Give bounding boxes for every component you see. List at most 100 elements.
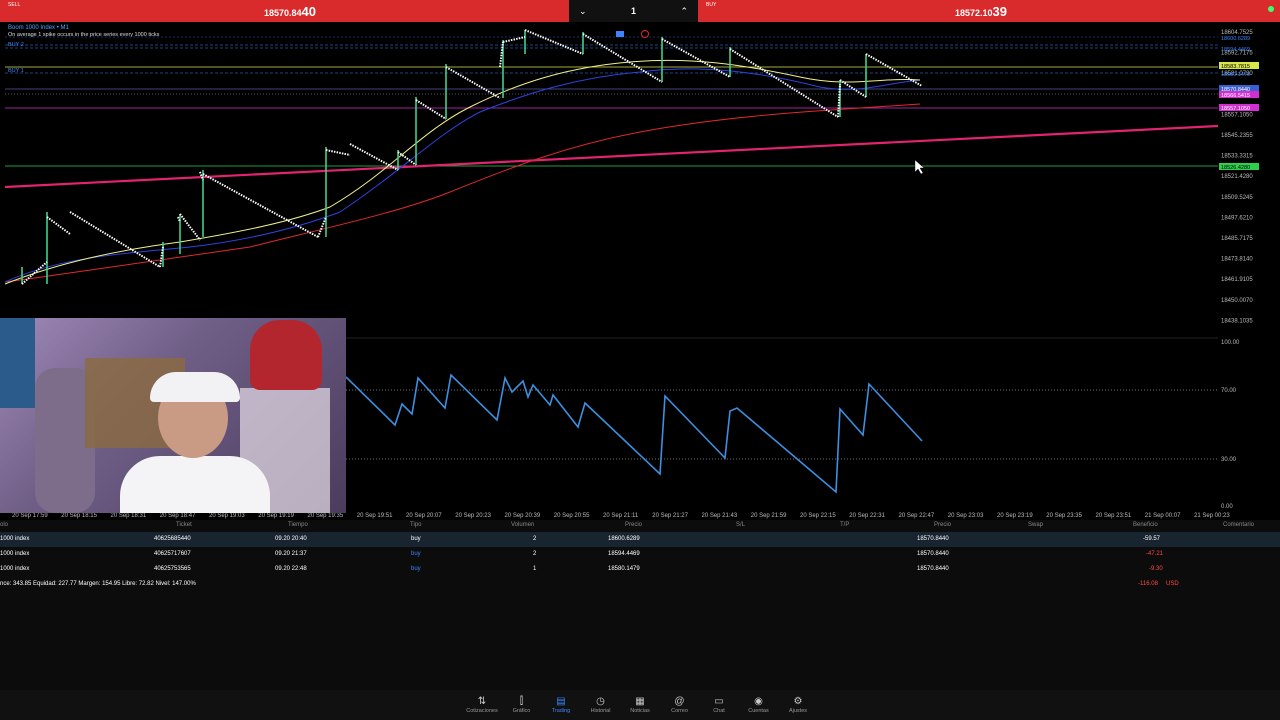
- clock-marker-icon[interactable]: [641, 30, 649, 38]
- price-tag: 18583.7815: [1221, 64, 1250, 70]
- price-tag: 18566.5415: [1221, 93, 1250, 99]
- nav-correo[interactable]: @ Correo: [660, 690, 700, 720]
- time-axis-label: 20 Sep 22:31: [849, 513, 885, 519]
- osc-axis-label: 70.00: [1221, 388, 1237, 394]
- oscillator-axis: 100.00 70.00 30.00 0.00: [1221, 340, 1240, 510]
- summary-total: -116.08: [1138, 581, 1158, 587]
- table-header: olo Ticket Tiempo Tipo Volumen Precio S/…: [0, 520, 1280, 532]
- nav-label: Noticias: [630, 708, 650, 714]
- price-axis-label: 18485.7175: [1221, 236, 1253, 242]
- time-axis-label: 20 Sep 19:35: [308, 513, 344, 519]
- tick-candles: [524, 29, 584, 55]
- buy-label: BUY: [706, 2, 717, 8]
- nav-noticias[interactable]: ▦ Noticias: [620, 690, 660, 720]
- buy-1-label: BUY 1: [8, 68, 24, 74]
- buy-2-label: BUY 2: [8, 42, 24, 48]
- nav-label: Gráfico: [512, 708, 531, 714]
- time-axis-label: 21 Sep 00:07: [1145, 513, 1181, 519]
- chevron-up-icon[interactable]: ⌃: [680, 6, 688, 17]
- nav-label: Trading: [551, 708, 571, 714]
- time-axis-label: 20 Sep 23:19: [997, 513, 1033, 519]
- nav-chat[interactable]: ▭ Chat: [699, 690, 739, 720]
- col-tp: T/P: [840, 522, 850, 528]
- sell-label: SELL: [8, 2, 21, 8]
- time-axis-label: 20 Sep 19:03: [209, 513, 245, 519]
- price-axis-label: 18545.2355: [1221, 133, 1253, 139]
- tick-candles: [729, 48, 839, 118]
- tick-candles: [445, 66, 501, 99]
- tick-candles: [502, 36, 526, 43]
- time-axis-label: 20 Sep 20:39: [505, 513, 541, 519]
- price-axis-label: 18557.1050: [1221, 112, 1253, 118]
- sell-button[interactable]: SELL 18570.8440: [0, 0, 569, 22]
- time-axis-label: 20 Sep 22:15: [800, 513, 836, 519]
- time-axis-label: 20 Sep 20:23: [455, 513, 491, 519]
- tick-candles: [325, 149, 351, 156]
- nav-cotizaciones[interactable]: ⇅ Cotizaciones: [462, 690, 502, 720]
- tick-candles: [46, 216, 71, 235]
- time-axis-label: 20 Sep 18:47: [160, 513, 196, 519]
- history-icon: ◷: [596, 696, 605, 707]
- time-axis-label: 20 Sep 18:15: [61, 513, 97, 519]
- time-axis-label: 20 Sep 21:11: [603, 513, 639, 519]
- time-axis: 20 Sep 17:59 20 Sep 18:15 20 Sep 18:31 20 S…: [12, 513, 1230, 519]
- price-axis-label: 18509.5245: [1221, 195, 1253, 201]
- time-axis-label: 20 Sep 19:19: [258, 513, 294, 519]
- col-ticket: Ticket: [176, 522, 192, 528]
- account-summary: nce: 343.85 Equidad: 227.77 Margen: 154.…: [0, 577, 1280, 592]
- time-axis-label: 20 Sep 23:03: [948, 513, 984, 519]
- nav-trading[interactable]: ▤ Trading: [541, 690, 581, 720]
- nav-grfico[interactable]: ⫿ Gráfico: [502, 690, 542, 720]
- time-axis-label: 20 Sep 22:47: [899, 513, 935, 519]
- buy-button[interactable]: BUY 18572.1039: [698, 0, 1280, 22]
- price-tag: 18580.1479: [1221, 72, 1250, 78]
- time-axis-label: 20 Sep 19:51: [357, 513, 393, 519]
- time-axis-label: 21 Sep 00:23: [1194, 513, 1230, 519]
- price-axis-label: 18438.1035: [1221, 318, 1253, 324]
- settings-icon: ⚙: [793, 696, 803, 707]
- price-axis-label: 18533.3315: [1221, 154, 1253, 160]
- nav-label: Correo: [671, 708, 688, 714]
- table-row[interactable]: 1000 index 40625753565 09.20 22:48 buy 1…: [0, 562, 1280, 577]
- col-sl: S/L: [736, 522, 746, 528]
- webcam-overlay: [0, 318, 346, 513]
- nav-label: Cotizaciones: [466, 708, 498, 714]
- positions-table: olo Ticket Tiempo Tipo Volumen Precio S/…: [0, 520, 1280, 690]
- nav-cuentas[interactable]: ◉ Cuentas: [739, 690, 779, 720]
- nav-historial[interactable]: ◷ Historial: [581, 690, 621, 720]
- oscillator-line: [345, 373, 923, 494]
- nav-label: Cuentas: [748, 708, 769, 714]
- nav-label: Ajustes: [788, 708, 808, 714]
- trend-line[interactable]: [4, 124, 1219, 189]
- summary-text: nce: 343.85 Equidad: 227.77 Margen: 154.…: [0, 581, 196, 587]
- nav-ajustes[interactable]: ⚙ Ajustes: [778, 690, 818, 720]
- nav-label: Chat: [713, 708, 725, 714]
- tick-candles: [21, 261, 48, 285]
- col-volume: Volumen: [511, 522, 535, 528]
- order-bar: SELL 18570.8440 ⌄ 1 ⌃ BUY 18572.1039: [0, 0, 1280, 22]
- price-axis-label: 18461.9105: [1221, 277, 1253, 283]
- price-tag: 18526.4280: [1221, 165, 1250, 171]
- price-tag: 18557.1050: [1221, 106, 1250, 112]
- time-axis-label: 20 Sep 17:59: [12, 513, 48, 519]
- symbol-title: Boom 1000 Index • M1: [8, 25, 69, 31]
- lot-size[interactable]: 1: [631, 6, 636, 16]
- price-tag: 18600.6289: [1221, 36, 1250, 42]
- tick-candles: [179, 213, 201, 241]
- price-axis-label: 18497.6210: [1221, 215, 1253, 221]
- tick-candles: [202, 173, 319, 238]
- trade-marker-icon[interactable]: [616, 31, 624, 37]
- mouse-cursor-icon: [914, 159, 925, 175]
- table-row[interactable]: 1000 index 40625685440 09.20 20:40 buy 2…: [0, 532, 1280, 547]
- chevron-down-icon[interactable]: ⌄: [579, 6, 587, 17]
- buy-price: 18572.1039: [955, 4, 1008, 19]
- price-axis-label: 18450.0070: [1221, 298, 1253, 304]
- tick-candles: [582, 33, 663, 83]
- mail-icon: @: [674, 696, 685, 707]
- chart-icon: ⫿: [519, 696, 524, 707]
- summary-currency: USD: [1166, 581, 1179, 587]
- webcam-person: [120, 372, 270, 513]
- sell-price: 18570.8440: [264, 4, 317, 19]
- table-row[interactable]: 1000 index 40625717607 09.20 21:37 buy 2…: [0, 547, 1280, 562]
- price-axis-label: 18473.8140: [1221, 257, 1253, 263]
